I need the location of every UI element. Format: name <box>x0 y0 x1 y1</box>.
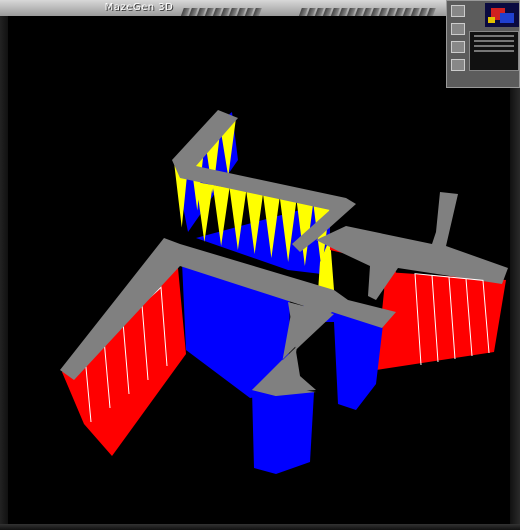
maze-preview-icon <box>485 3 519 27</box>
maze-3d-viewport[interactable] <box>8 16 510 524</box>
center-block-blue-face <box>252 390 314 474</box>
hatched-lines-icon <box>180 3 262 18</box>
preview-button[interactable] <box>451 5 465 17</box>
hatched-lines-icon <box>298 3 436 18</box>
maze-preview-thumbnail[interactable] <box>446 0 520 88</box>
app-window: MazeGen 3D <box>0 0 520 530</box>
window-frame-bottom <box>0 524 520 530</box>
window-frame-left <box>0 16 8 524</box>
play-button[interactable] <box>451 59 465 71</box>
preview-button[interactable] <box>451 23 465 35</box>
window-frame-right <box>510 88 520 524</box>
preview-button[interactable] <box>451 41 465 53</box>
preview-info-panel <box>469 31 519 71</box>
title-bar[interactable]: MazeGen 3D <box>0 0 448 18</box>
maze-scene <box>60 110 508 474</box>
